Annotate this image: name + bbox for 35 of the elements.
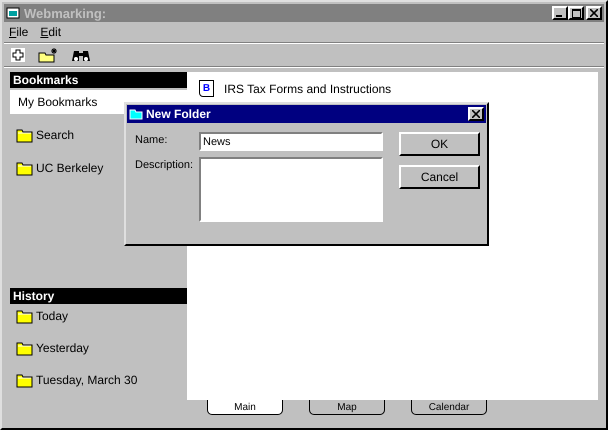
close-icon bbox=[472, 110, 480, 118]
menu-item[interactable]: Edit bbox=[40, 25, 62, 39]
folder-icon bbox=[16, 340, 33, 356]
new-folder-icon[interactable] bbox=[38, 47, 60, 63]
folder-icon bbox=[129, 108, 143, 120]
minimize-button[interactable] bbox=[552, 6, 568, 20]
menu-item[interactable]: File bbox=[9, 25, 28, 39]
plus-icon[interactable] bbox=[10, 47, 26, 63]
folder-icon bbox=[16, 127, 33, 143]
tab[interactable]: Main bbox=[207, 400, 283, 415]
section-header: History bbox=[10, 288, 187, 304]
tab[interactable]: Map bbox=[309, 400, 385, 415]
window-title: Webmarking: bbox=[24, 6, 108, 20]
maximize-button[interactable] bbox=[568, 6, 584, 20]
dialog-button[interactable]: OK bbox=[399, 132, 480, 156]
sidebar-item[interactable]: Tuesday, March 30 bbox=[10, 368, 187, 392]
sidebar-item[interactable]: Yesterday bbox=[10, 336, 187, 360]
field-label: Description: bbox=[135, 158, 194, 173]
maximize-icon bbox=[572, 8, 580, 18]
close-button[interactable] bbox=[468, 107, 484, 121]
folder-icon bbox=[16, 160, 33, 176]
name-field[interactable]: News bbox=[199, 132, 383, 151]
folder-icon bbox=[16, 372, 33, 388]
description-field[interactable] bbox=[199, 157, 383, 222]
tab[interactable]: Calendar bbox=[411, 400, 487, 415]
close-icon bbox=[590, 9, 598, 17]
window-icon bbox=[6, 7, 20, 19]
field-label: Name: bbox=[135, 133, 168, 148]
bookmark-icon: B bbox=[199, 80, 214, 97]
sidebar-item[interactable]: Today bbox=[10, 304, 187, 328]
bookmark-link[interactable]: IRS Tax Forms and Instructions bbox=[224, 82, 392, 96]
close-button[interactable] bbox=[586, 6, 602, 20]
dialog-button[interactable]: Cancel bbox=[399, 165, 480, 189]
section-header: Bookmarks bbox=[10, 72, 187, 88]
folder-icon bbox=[16, 308, 33, 324]
